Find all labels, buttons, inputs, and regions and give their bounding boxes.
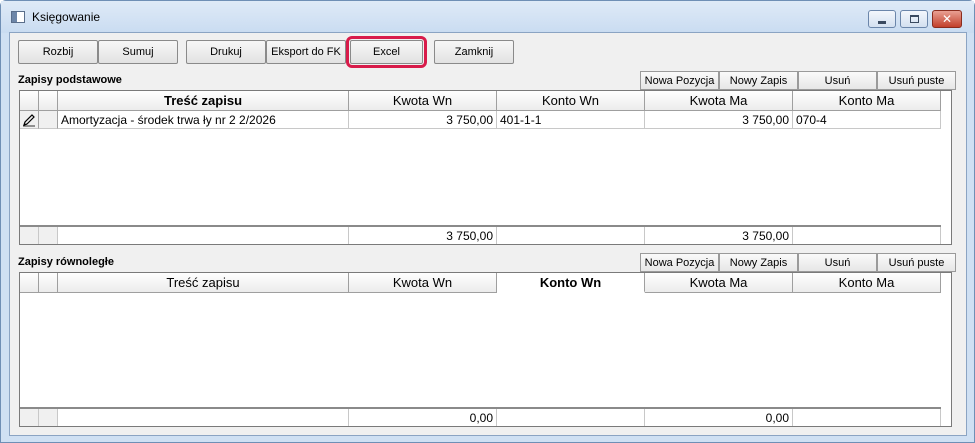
usun-puste-button[interactable]: Usuń puste	[877, 253, 956, 272]
grid-header: Treść zapisu Kwota Wn Konto Wn Kwota Ma …	[20, 91, 941, 111]
cell-konto-wn[interactable]: 401-1-1	[497, 111, 645, 129]
total-kwota-wn: 3 750,00	[349, 227, 497, 244]
column-header-konto-wn[interactable]: Konto Wn	[497, 273, 645, 293]
total-konto-wn	[497, 409, 645, 426]
row-edit-indicator	[20, 111, 39, 129]
usun-button[interactable]: Usuń	[798, 253, 877, 272]
totals-gutter	[20, 227, 39, 244]
maximize-icon	[909, 15, 919, 23]
eksport-do-fk-button[interactable]: Eksport do FK	[266, 40, 346, 64]
usun-button[interactable]: Usuń	[798, 71, 877, 90]
rozbij-button[interactable]: Rozbij	[18, 40, 98, 64]
total-kwota-ma: 3 750,00	[645, 227, 793, 244]
column-header-kwota-wn[interactable]: Kwota Wn	[349, 273, 497, 293]
totals-gutter	[20, 409, 39, 426]
drukuj-button[interactable]: Drukuj	[186, 40, 266, 64]
minimize-button[interactable]	[868, 10, 896, 28]
total-konto-wn	[497, 227, 645, 244]
app-icon	[11, 11, 25, 23]
header-gutter	[39, 273, 58, 293]
excel-button[interactable]: Excel	[346, 36, 427, 68]
window: Księgowanie ✕ Rozbij Sumuj Drukuj Ekspor…	[0, 0, 975, 443]
header-gutter	[20, 273, 39, 293]
totals-row: 3 750,00 3 750,00	[20, 225, 941, 244]
row-gutter	[39, 111, 58, 129]
usun-puste-button[interactable]: Usuń puste	[877, 71, 956, 90]
close-icon: ✕	[941, 12, 953, 26]
totals-tresc	[58, 409, 349, 426]
column-header-tresc[interactable]: Treść zapisu	[58, 91, 349, 111]
maximize-button[interactable]	[900, 10, 928, 28]
total-konto-ma	[793, 227, 941, 244]
minimize-icon	[878, 20, 886, 24]
column-header-konto-ma[interactable]: Konto Ma	[793, 91, 941, 111]
window-title: Księgowanie	[32, 10, 101, 24]
column-header-konto-ma[interactable]: Konto Ma	[793, 273, 941, 293]
totals-row: 0,00 0,00	[20, 407, 941, 426]
close-button[interactable]: ✕	[932, 10, 962, 28]
total-konto-ma	[793, 409, 941, 426]
nowa-pozycja-button[interactable]: Nowa Pozycja	[640, 253, 719, 272]
nowy-zapis-button[interactable]: Nowy Zapis	[719, 71, 798, 90]
column-header-konto-wn[interactable]: Konto Wn	[497, 91, 645, 111]
total-kwota-ma: 0,00	[645, 409, 793, 426]
section-label-rownolegle: Zapisy równoległe	[18, 256, 114, 268]
title-bar[interactable]: Księgowanie ✕	[1, 1, 974, 33]
grid-rownolegle[interactable]: Treść zapisu Kwota Wn Konto Wn Kwota Ma …	[19, 272, 952, 427]
sumuj-button[interactable]: Sumuj	[98, 40, 178, 64]
client-area: Rozbij Sumuj Drukuj Eksport do FK Excel …	[9, 32, 967, 436]
grid-podstawowe[interactable]: Treść zapisu Kwota Wn Konto Wn Kwota Ma …	[19, 90, 952, 245]
column-header-tresc[interactable]: Treść zapisu	[58, 273, 349, 293]
header-gutter	[39, 91, 58, 111]
total-kwota-wn: 0,00	[349, 409, 497, 426]
column-header-kwota-wn[interactable]: Kwota Wn	[349, 91, 497, 111]
table-row[interactable]: Amortyzacja - środek trwa ły nr 2 2/2026…	[20, 111, 941, 129]
column-header-kwota-ma[interactable]: Kwota Ma	[645, 91, 793, 111]
section-label-podstawowe: Zapisy podstawowe	[18, 74, 122, 86]
cell-tresc[interactable]: Amortyzacja - środek trwa ły nr 2 2/2026	[58, 111, 349, 129]
pencil-icon	[23, 113, 35, 126]
totals-gutter	[39, 409, 58, 426]
zamknij-button[interactable]: Zamknij	[434, 40, 514, 64]
totals-tresc	[58, 227, 349, 244]
cell-konto-ma[interactable]: 070-4	[793, 111, 941, 129]
nowy-zapis-button[interactable]: Nowy Zapis	[719, 253, 798, 272]
nowa-pozycja-button[interactable]: Nowa Pozycja	[640, 71, 719, 90]
grid-header: Treść zapisu Kwota Wn Konto Wn Kwota Ma …	[20, 273, 941, 293]
column-header-kwota-ma[interactable]: Kwota Ma	[645, 273, 793, 293]
header-gutter	[20, 91, 39, 111]
totals-gutter	[39, 227, 58, 244]
cell-kwota-ma[interactable]: 3 750,00	[645, 111, 793, 129]
cell-kwota-wn[interactable]: 3 750,00	[349, 111, 497, 129]
